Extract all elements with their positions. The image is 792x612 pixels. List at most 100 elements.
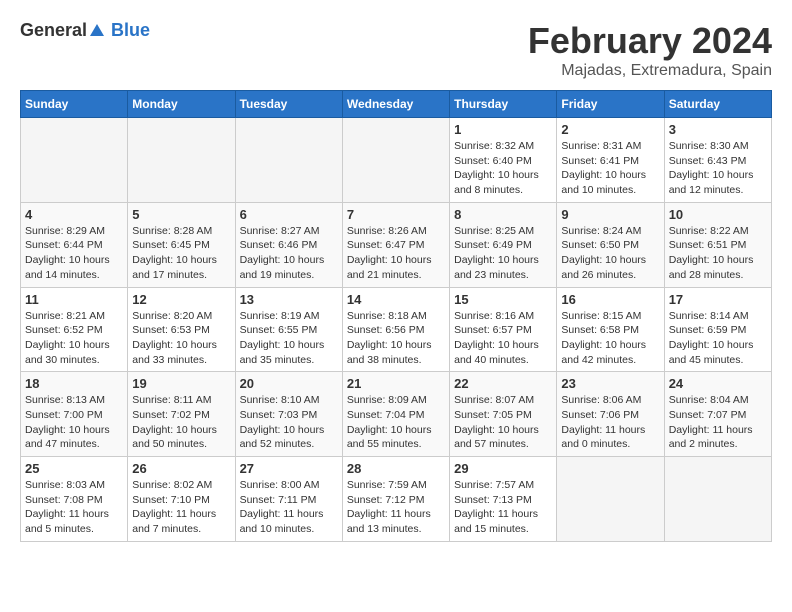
- day-number: 17: [669, 292, 767, 307]
- calendar-cell: 5 Sunrise: 8:28 AM Sunset: 6:45 PM Daylig…: [128, 202, 235, 287]
- day-info: Sunrise: 7:57 AM Sunset: 7:13 PM Dayligh…: [454, 478, 552, 537]
- day-info: Sunrise: 8:22 AM Sunset: 6:51 PM Dayligh…: [669, 224, 767, 283]
- header-row: SundayMondayTuesdayWednesdayThursdayFrid…: [21, 91, 772, 118]
- header-wednesday: Wednesday: [342, 91, 449, 118]
- day-number: 8: [454, 207, 552, 222]
- day-number: 3: [669, 122, 767, 137]
- day-number: 21: [347, 376, 445, 391]
- title-area: February 2024 Majadas, Extremadura, Spai…: [528, 20, 772, 80]
- day-number: 24: [669, 376, 767, 391]
- day-info: Sunrise: 8:03 AM Sunset: 7:08 PM Dayligh…: [25, 478, 123, 537]
- day-number: 28: [347, 461, 445, 476]
- calendar-cell: [128, 118, 235, 203]
- day-info: Sunrise: 7:59 AM Sunset: 7:12 PM Dayligh…: [347, 478, 445, 537]
- day-number: 9: [561, 207, 659, 222]
- day-info: Sunrise: 8:32 AM Sunset: 6:40 PM Dayligh…: [454, 139, 552, 198]
- calendar-cell: 16Sunrise: 8:15 AM Sunset: 6:58 PM Dayli…: [557, 287, 664, 372]
- calendar-cell: 25 Sunrise: 8:03 AM Sunset: 7:08 PM Dayli…: [21, 457, 128, 542]
- day-info: Sunrise: 8:15 AM Sunset: 6:58 PM Dayligh…: [561, 309, 659, 368]
- day-number: 13: [240, 292, 338, 307]
- day-number: 29: [454, 461, 552, 476]
- day-number: 6: [240, 207, 338, 222]
- day-info: Sunrise: 8:26 AM Sunset: 6:47 PM Dayligh…: [347, 224, 445, 283]
- header-sunday: Sunday: [21, 91, 128, 118]
- day-number: 26: [132, 461, 230, 476]
- day-number: 27: [240, 461, 338, 476]
- calendar-cell: 24Sunrise: 8:04 AM Sunset: 7:07 PM Dayli…: [664, 372, 771, 457]
- day-number: 20: [240, 376, 338, 391]
- calendar-cell: 1 Sunrise: 8:32 AM Sunset: 6:40 PM Daylig…: [450, 118, 557, 203]
- day-number: 25: [25, 461, 123, 476]
- logo-general: General: [20, 20, 87, 41]
- calendar-cell: 23 Sunrise: 8:06 AM Sunset: 7:06 PM Dayli…: [557, 372, 664, 457]
- calendar-cell: 2Sunrise: 8:31 AM Sunset: 6:41 PM Daylig…: [557, 118, 664, 203]
- calendar-cell: 17 Sunrise: 8:14 AM Sunset: 6:59 PM Dayli…: [664, 287, 771, 372]
- calendar-cell: 11 Sunrise: 8:21 AM Sunset: 6:52 PM Dayli…: [21, 287, 128, 372]
- day-number: 14: [347, 292, 445, 307]
- logo-icon: [88, 22, 106, 40]
- day-info: Sunrise: 8:31 AM Sunset: 6:41 PM Dayligh…: [561, 139, 659, 198]
- page-header: General Blue February 2024 Majadas, Extr…: [20, 20, 772, 80]
- week-row-5: 25 Sunrise: 8:03 AM Sunset: 7:08 PM Dayli…: [21, 457, 772, 542]
- day-info: Sunrise: 8:11 AM Sunset: 7:02 PM Dayligh…: [132, 393, 230, 452]
- calendar-cell: 27 Sunrise: 8:00 AM Sunset: 7:11 PM Dayli…: [235, 457, 342, 542]
- calendar-cell: 18 Sunrise: 8:13 AM Sunset: 7:00 PM Dayli…: [21, 372, 128, 457]
- day-number: 11: [25, 292, 123, 307]
- calendar-cell: 12Sunrise: 8:20 AM Sunset: 6:53 PM Dayli…: [128, 287, 235, 372]
- day-info: Sunrise: 8:07 AM Sunset: 7:05 PM Dayligh…: [454, 393, 552, 452]
- calendar-cell: 8 Sunrise: 8:25 AM Sunset: 6:49 PM Daylig…: [450, 202, 557, 287]
- day-info: Sunrise: 8:06 AM Sunset: 7:06 PM Dayligh…: [561, 393, 659, 452]
- month-title: February 2024: [528, 20, 772, 62]
- day-number: 10: [669, 207, 767, 222]
- day-number: 4: [25, 207, 123, 222]
- calendar-cell: [557, 457, 664, 542]
- calendar-cell: 21 Sunrise: 8:09 AM Sunset: 7:04 PM Dayli…: [342, 372, 449, 457]
- calendar-cell: [235, 118, 342, 203]
- calendar-cell: [342, 118, 449, 203]
- day-number: 12: [132, 292, 230, 307]
- day-number: 19: [132, 376, 230, 391]
- week-row-1: 1 Sunrise: 8:32 AM Sunset: 6:40 PM Daylig…: [21, 118, 772, 203]
- day-number: 15: [454, 292, 552, 307]
- day-info: Sunrise: 8:19 AM Sunset: 6:55 PM Dayligh…: [240, 309, 338, 368]
- day-info: Sunrise: 8:25 AM Sunset: 6:49 PM Dayligh…: [454, 224, 552, 283]
- calendar-table: SundayMondayTuesdayWednesdayThursdayFrid…: [20, 90, 772, 542]
- header-thursday: Thursday: [450, 91, 557, 118]
- day-number: 23: [561, 376, 659, 391]
- day-info: Sunrise: 8:00 AM Sunset: 7:11 PM Dayligh…: [240, 478, 338, 537]
- day-info: Sunrise: 8:18 AM Sunset: 6:56 PM Dayligh…: [347, 309, 445, 368]
- day-info: Sunrise: 8:09 AM Sunset: 7:04 PM Dayligh…: [347, 393, 445, 452]
- calendar-cell: 10 Sunrise: 8:22 AM Sunset: 6:51 PM Dayli…: [664, 202, 771, 287]
- day-number: 1: [454, 122, 552, 137]
- day-info: Sunrise: 8:21 AM Sunset: 6:52 PM Dayligh…: [25, 309, 123, 368]
- calendar-cell: 22 Sunrise: 8:07 AM Sunset: 7:05 PM Dayli…: [450, 372, 557, 457]
- week-row-2: 4 Sunrise: 8:29 AM Sunset: 6:44 PM Daylig…: [21, 202, 772, 287]
- calendar-cell: [21, 118, 128, 203]
- day-info: Sunrise: 8:10 AM Sunset: 7:03 PM Dayligh…: [240, 393, 338, 452]
- day-number: 22: [454, 376, 552, 391]
- calendar-cell: [664, 457, 771, 542]
- header-saturday: Saturday: [664, 91, 771, 118]
- day-info: Sunrise: 8:28 AM Sunset: 6:45 PM Dayligh…: [132, 224, 230, 283]
- calendar-cell: 28 Sunrise: 7:59 AM Sunset: 7:12 PM Dayli…: [342, 457, 449, 542]
- day-info: Sunrise: 8:27 AM Sunset: 6:46 PM Dayligh…: [240, 224, 338, 283]
- calendar-cell: 9Sunrise: 8:24 AM Sunset: 6:50 PM Daylig…: [557, 202, 664, 287]
- calendar-cell: 13 Sunrise: 8:19 AM Sunset: 6:55 PM Dayli…: [235, 287, 342, 372]
- day-number: 5: [132, 207, 230, 222]
- calendar-cell: 15Sunrise: 8:16 AM Sunset: 6:57 PM Dayli…: [450, 287, 557, 372]
- day-info: Sunrise: 8:14 AM Sunset: 6:59 PM Dayligh…: [669, 309, 767, 368]
- day-info: Sunrise: 8:29 AM Sunset: 6:44 PM Dayligh…: [25, 224, 123, 283]
- header-tuesday: Tuesday: [235, 91, 342, 118]
- calendar-cell: 26Sunrise: 8:02 AM Sunset: 7:10 PM Dayli…: [128, 457, 235, 542]
- week-row-4: 18 Sunrise: 8:13 AM Sunset: 7:00 PM Dayli…: [21, 372, 772, 457]
- calendar-cell: 19 Sunrise: 8:11 AM Sunset: 7:02 PM Dayli…: [128, 372, 235, 457]
- day-info: Sunrise: 8:13 AM Sunset: 7:00 PM Dayligh…: [25, 393, 123, 452]
- calendar-cell: 3Sunrise: 8:30 AM Sunset: 6:43 PM Daylig…: [664, 118, 771, 203]
- logo: General Blue: [20, 20, 150, 41]
- calendar-cell: 20 Sunrise: 8:10 AM Sunset: 7:03 PM Dayli…: [235, 372, 342, 457]
- day-number: 18: [25, 376, 123, 391]
- header-friday: Friday: [557, 91, 664, 118]
- day-number: 7: [347, 207, 445, 222]
- location-title: Majadas, Extremadura, Spain: [528, 62, 772, 80]
- calendar-cell: 7 Sunrise: 8:26 AM Sunset: 6:47 PM Daylig…: [342, 202, 449, 287]
